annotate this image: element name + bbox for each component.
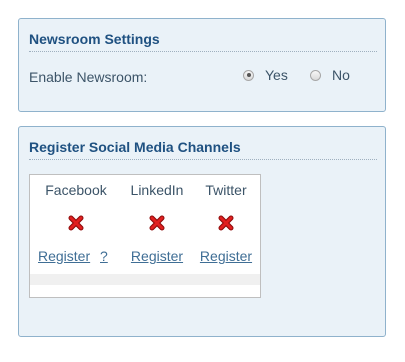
newsroom-settings-title: Newsroom Settings (29, 31, 377, 52)
facebook-help-link[interactable]: ? (100, 248, 108, 264)
newsroom-no-label: No (332, 67, 350, 83)
social-channels-panel: Register Social Media Channels Facebook … (18, 126, 386, 337)
x-icon (149, 215, 165, 231)
channel-name: Twitter (205, 182, 247, 198)
newsroom-yes-option[interactable]: Yes (243, 67, 288, 83)
table-footer (30, 274, 260, 285)
enable-newsroom-label: Enable Newsroom: (29, 69, 148, 85)
newsroom-no-option[interactable]: No (310, 67, 350, 83)
twitter-register-link[interactable]: Register (196, 248, 256, 264)
channels-table: Facebook Register ? LinkedIn Register Tw… (29, 174, 261, 298)
facebook-register-link[interactable]: Register (38, 248, 90, 264)
channel-name: Facebook (45, 182, 107, 198)
newsroom-no-radio[interactable] (310, 69, 321, 81)
channel-name: LinkedIn (130, 182, 184, 198)
linkedin-register-link[interactable]: Register (122, 248, 192, 264)
newsroom-yes-label: Yes (265, 67, 288, 83)
social-channels-title: Register Social Media Channels (29, 139, 377, 160)
x-icon (68, 215, 84, 231)
newsroom-yes-radio[interactable] (243, 69, 254, 81)
newsroom-settings-panel: Newsroom Settings Enable Newsroom: Yes N… (18, 18, 386, 112)
x-icon (218, 215, 234, 231)
